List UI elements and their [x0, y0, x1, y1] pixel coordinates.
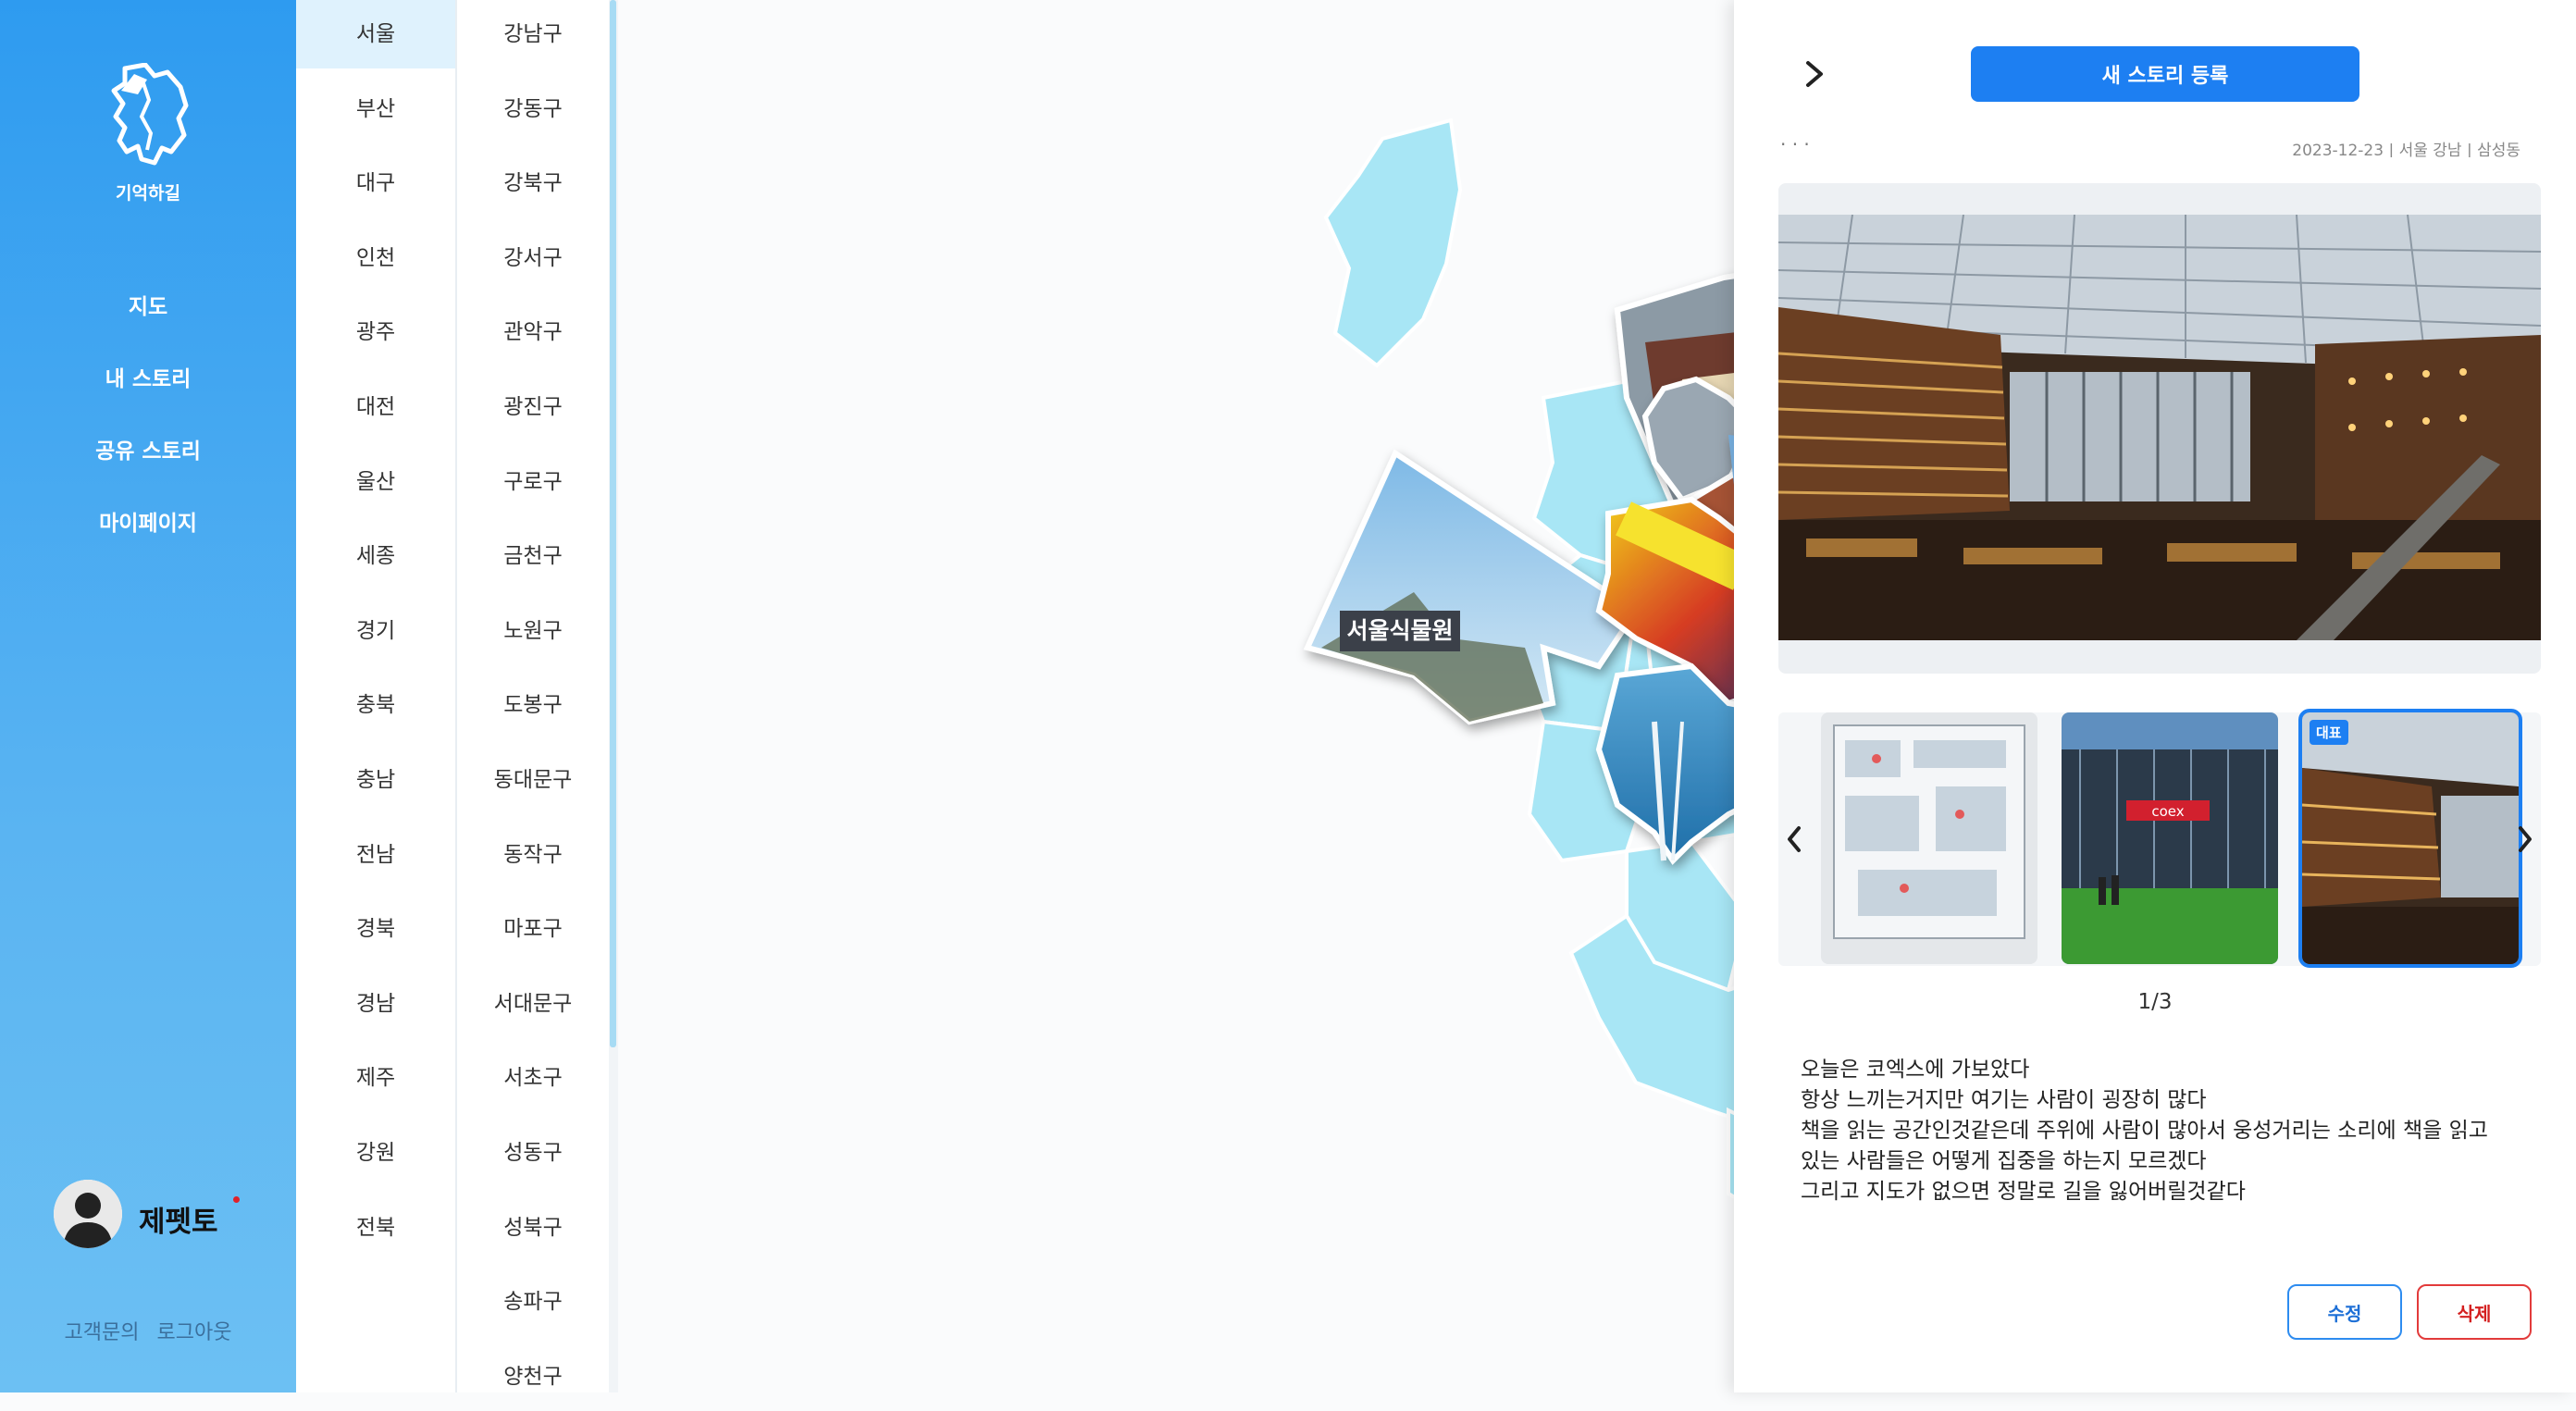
- thumbnail-coex-entrance[interactable]: coex: [2062, 712, 2278, 964]
- main-photo[interactable]: [1778, 215, 2541, 640]
- province-list: 서울부산 대구인천 광주대전울산 세종경기 충북충남전남 경북경남 제주강원전북: [296, 0, 457, 1392]
- seoul-map[interactable]: 서울식물원: [618, 0, 1734, 1392]
- notification-dot: [233, 1196, 240, 1203]
- district-item[interactable]: 마포구: [457, 895, 609, 963]
- app-logo[interactable]: 기억하길: [97, 63, 199, 211]
- user-name: 제펫토: [139, 1206, 218, 1239]
- nav-mypage[interactable]: 마이페이지: [0, 505, 296, 537]
- sign-text: 서울식물원: [1346, 617, 1453, 644]
- story-author: · · ·: [1780, 135, 1810, 155]
- story-line: 있는 사람들은 어떻게 집중을 하는지 모르겠다: [1801, 1149, 2207, 1173]
- floor-map-thumbnail: [1821, 712, 2037, 964]
- story-line: 책을 읽는 공간인것같은데 주위에 사람이 많아서 웅성거리는 소리에 책을 읽…: [1801, 1119, 2488, 1143]
- logo-text: 기억하길: [116, 183, 180, 204]
- province-item[interactable]: 경기: [296, 597, 455, 665]
- district-item[interactable]: 강서구: [457, 224, 609, 292]
- chevron-left-icon: [1788, 826, 1801, 852]
- district-item[interactable]: 구로구: [457, 448, 609, 516]
- delete-button[interactable]: 삭제: [2417, 1284, 2532, 1340]
- footer-links: 고객문의 로그아웃: [0, 1316, 296, 1345]
- chevron-right-icon: [1806, 61, 1823, 87]
- province-item[interactable]: 서울: [296, 0, 455, 68]
- district-item[interactable]: 서대문구: [457, 970, 609, 1038]
- coex-sign-text: coex: [2151, 803, 2184, 820]
- story-line: 오늘은 코엑스에 가보았다: [1801, 1058, 2030, 1082]
- province-item[interactable]: 경남: [296, 970, 455, 1038]
- thumbnail-library[interactable]: 대표: [2298, 709, 2522, 968]
- province-item[interactable]: 충남: [296, 746, 455, 814]
- province-item[interactable]: 충북: [296, 671, 455, 739]
- province-item[interactable]: 울산: [296, 448, 455, 516]
- province-item[interactable]: 경북: [296, 895, 455, 963]
- photo-page-indicator: 1/3: [2137, 990, 2173, 1014]
- prev-thumb-button[interactable]: [1778, 814, 1812, 864]
- sidebar: 기억하길 지도 내 스토리 공유 스토리 마이페이지 제펫토 고객문의 로그아웃: [0, 0, 296, 1392]
- story-body: 오늘은 코엑스에 가보았다 항상 느끼는거지만 여기는 사람이 굉장히 많다 책…: [1801, 1055, 2532, 1207]
- library-thumbnail: [2302, 712, 2519, 964]
- district-item[interactable]: 서초구: [457, 1044, 609, 1112]
- next-thumb-button[interactable]: [2508, 814, 2541, 864]
- thumbnail-carousel: coex 대표: [1778, 709, 2541, 968]
- province-item[interactable]: 광주: [296, 298, 455, 366]
- district-item[interactable]: 동작구: [457, 821, 609, 889]
- district-item[interactable]: 도봉구: [457, 671, 609, 739]
- district-list: 강남구강동구 강북구강서구 관악구광진구구로구 금천구노원구 도봉구동대문구동작구 마포구…: [457, 0, 609, 1392]
- story-date-location: 2023-12-23 | 서울 강남 | 삼성동: [2292, 142, 2520, 157]
- district-item[interactable]: 노원구: [457, 597, 609, 665]
- representative-badge: 대표: [2310, 720, 2348, 745]
- story-line: 그리고 지도가 없으면 정말로 길을 잃어버릴것같다: [1801, 1180, 2246, 1204]
- collapse-panel-button[interactable]: [1795, 56, 1832, 93]
- coex-entrance-thumbnail: coex: [2062, 712, 2278, 964]
- province-item[interactable]: 인천: [296, 224, 455, 292]
- thumbnail-floor-map[interactable]: [1821, 712, 2037, 964]
- province-item[interactable]: 전남: [296, 821, 455, 889]
- support-link[interactable]: 고객문의: [65, 1321, 140, 1344]
- scrollbar-thumb[interactable]: [610, 0, 616, 1047]
- province-item[interactable]: 부산: [296, 75, 455, 143]
- user-profile[interactable]: 제펫토: [54, 1180, 266, 1254]
- korea-map-logo-icon: [111, 63, 189, 166]
- story-meta: · · · 2023-12-23 | 서울 강남 | 삼성동: [1780, 135, 2520, 157]
- province-item[interactable]: 전북: [296, 1194, 455, 1262]
- district-item[interactable]: 관악구: [457, 298, 609, 366]
- province-item[interactable]: 세종: [296, 522, 455, 590]
- district-item[interactable]: 송파구: [457, 1268, 609, 1336]
- district-item[interactable]: 성동구: [457, 1119, 609, 1187]
- district-item[interactable]: 양천구: [457, 1343, 609, 1411]
- avatar[interactable]: [54, 1180, 122, 1248]
- province-item[interactable]: 대전: [296, 373, 455, 441]
- user-avatar-icon: [54, 1180, 122, 1248]
- province-item[interactable]: 강원: [296, 1119, 455, 1187]
- district-item[interactable]: 동대문구: [457, 746, 609, 814]
- province-item[interactable]: 제주: [296, 1044, 455, 1112]
- library-photo: [1778, 215, 2541, 640]
- province-item[interactable]: 대구: [296, 149, 455, 217]
- story-line: 항상 느끼는거지만 여기는 사람이 굉장히 많다: [1801, 1088, 2207, 1112]
- new-story-button[interactable]: 새 스토리 등록: [1971, 46, 2359, 102]
- chevron-right-icon: [2519, 826, 2532, 852]
- edit-button[interactable]: 수정: [2287, 1284, 2402, 1340]
- nav-shared-story[interactable]: 공유 스토리: [0, 433, 296, 464]
- nav-my-story[interactable]: 내 스토리: [0, 361, 296, 392]
- story-detail-panel: 새 스토리 등록 · · · 2023-12-23 | 서울 강남 | 삼성동: [1734, 0, 2576, 1392]
- district-item[interactable]: 강동구: [457, 75, 609, 143]
- district-item[interactable]: 성북구: [457, 1194, 609, 1262]
- logout-link[interactable]: 로그아웃: [157, 1321, 232, 1344]
- district-item[interactable]: 강북구: [457, 149, 609, 217]
- nav-map[interactable]: 지도: [0, 289, 296, 320]
- district-item[interactable]: 광진구: [457, 373, 609, 441]
- district-item[interactable]: 강남구: [457, 0, 609, 68]
- district-item[interactable]: 금천구: [457, 522, 609, 590]
- district-map[interactable]: 서울식물원: [618, 0, 1734, 1392]
